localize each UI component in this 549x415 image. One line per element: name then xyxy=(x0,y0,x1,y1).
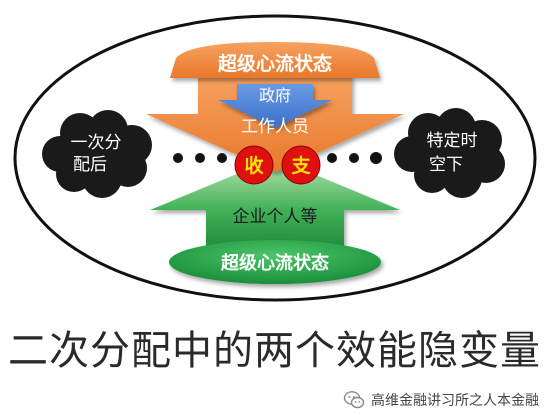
efficiency-diagram: 超级心流状态 政府 工作人员 企业个人等 超级心流状态 一次分 配后 特定时 空… xyxy=(13,14,537,302)
right-cloud-line2: 空下 xyxy=(429,155,463,175)
left-cloud-line2: 配后 xyxy=(73,155,107,175)
top-banner-label: 超级心流状态 xyxy=(217,52,332,75)
income-label: 收 xyxy=(244,154,263,177)
dot-right-1 xyxy=(327,153,337,163)
dot-left-1 xyxy=(173,153,183,163)
watermark: 高维金融讲习所之人本金融 xyxy=(343,389,539,411)
dot-left-2 xyxy=(195,153,205,163)
dot-left-3 xyxy=(217,153,227,163)
bottom-banner-label: 超级心流状态 xyxy=(221,252,329,274)
watermark-text: 高维金融讲习所之人本金融 xyxy=(371,393,539,409)
wechat-icon xyxy=(343,391,365,409)
diagram-caption: 二次分配中的两个效能隐变量 xyxy=(8,328,541,374)
gov-label: 政府 xyxy=(259,86,291,105)
enterprise-label: 企业个人等 xyxy=(233,207,318,227)
worker-label: 工作人员 xyxy=(241,117,309,137)
expense-label: 支 xyxy=(290,155,311,177)
dot-right-2 xyxy=(349,153,359,163)
left-cloud-line1: 一次分 xyxy=(71,133,122,153)
right-cloud-line1: 特定时 xyxy=(427,131,478,151)
dot-right-3 xyxy=(370,152,382,164)
